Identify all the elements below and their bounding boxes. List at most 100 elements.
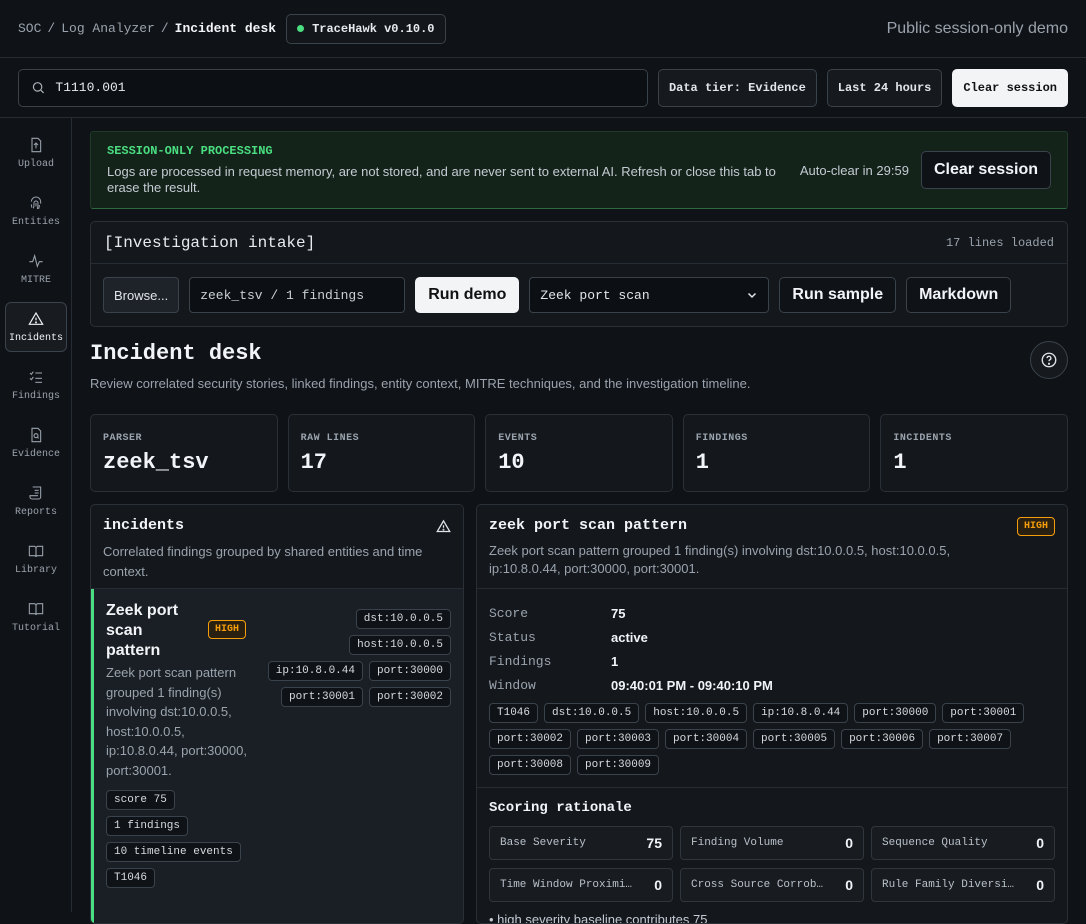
- sidebar-item-findings[interactable]: Findings: [5, 360, 67, 410]
- stat-value: 17: [300, 450, 327, 475]
- sidebar-item-evidence[interactable]: Evidence: [5, 418, 67, 468]
- banner-clear-session-button[interactable]: Clear session: [920, 151, 1051, 189]
- findings-count-tag: 1 findings: [106, 816, 189, 836]
- help-icon: [1041, 352, 1057, 368]
- detail-tag: port:30004: [665, 729, 748, 749]
- sidebar-item-label: Upload: [17, 158, 54, 170]
- detail-tag: ip:10.8.0.44: [753, 703, 849, 723]
- detail-tag: port:30009: [577, 755, 660, 775]
- entity-tag: port:30001: [280, 687, 363, 707]
- detail-tag: port:30006: [841, 729, 924, 749]
- run-sample-button[interactable]: Run sample: [779, 277, 897, 313]
- session-banner: SESSION-ONLY PROCESSING Logs are process…: [90, 131, 1068, 209]
- sidebar-item-tutorial[interactable]: Tutorial: [5, 592, 67, 642]
- field-label: Findings: [489, 653, 552, 669]
- detail-tag: port:30003: [577, 729, 660, 749]
- severity-badge: HIGH: [208, 620, 247, 639]
- detail-tag: port:30007: [929, 729, 1012, 749]
- warning-icon: [28, 311, 44, 325]
- time-range-button[interactable]: Last 24 hours: [826, 68, 943, 107]
- detail-tag: port:30001: [942, 703, 1025, 723]
- score-factor-value: 0: [1036, 877, 1044, 893]
- incident-description: Zeek port scan pattern grouped 1 finding…: [106, 665, 247, 778]
- stat-card-raw-lines: RAW LINES 17: [287, 414, 476, 492]
- stat-label: RAW LINES: [300, 433, 360, 444]
- detail-fields: Score 75 Status active Findings 1 Window…: [477, 589, 1067, 788]
- score-factor-label: Time Window Proximity: [500, 879, 638, 891]
- markdown-button[interactable]: Markdown: [906, 277, 1012, 313]
- search-icon: [32, 82, 45, 94]
- stat-card-events: EVENTS 10: [485, 414, 673, 492]
- field-value: 1: [611, 653, 619, 669]
- field-value: 09:40:01 PM - 09:40:10 PM: [611, 677, 773, 693]
- browse-button[interactable]: Browse...: [103, 277, 180, 313]
- sidebar-item-label: Library: [14, 564, 57, 576]
- detail-subtitle: Zeek port scan pattern grouped 1 finding…: [489, 543, 951, 576]
- sidebar-item-label: Entities: [11, 216, 60, 228]
- sidebar-item-upload[interactable]: Upload: [5, 128, 67, 178]
- field-status: Status active: [489, 625, 1055, 649]
- stat-card-findings: FINDINGS 1: [682, 414, 871, 492]
- entity-tag: ip:10.8.0.44: [267, 661, 363, 681]
- score-factor: Cross Source Corroboration 0: [680, 868, 864, 902]
- detail-tags: T1046 dst:10.0.0.5 host:10.0.0.5 ip:10.8…: [489, 703, 1055, 775]
- stat-label: INCIDENTS: [893, 433, 952, 444]
- entity-tag: dst:10.0.0.5: [355, 609, 451, 629]
- search-toolbar: Data tier: Evidence Last 24 hours Clear …: [0, 58, 1086, 118]
- severity-badge: HIGH: [1016, 517, 1055, 536]
- rationale-text: high severity baseline contributes 75: [497, 912, 708, 924]
- intake-title: [Investigation intake]: [104, 233, 316, 252]
- checklist-icon: [29, 370, 42, 383]
- score-factor-value: 75: [646, 835, 662, 851]
- breadcrumb: SOC / Log Analyzer / Incident desk: [18, 21, 276, 36]
- stat-card-incidents: INCIDENTS 1: [880, 414, 1068, 492]
- upload-icon: [31, 137, 42, 152]
- data-tier-button[interactable]: Data tier: Evidence: [657, 68, 817, 107]
- breadcrumb-soc[interactable]: SOC: [18, 21, 41, 36]
- main-content: SESSION-ONLY PROCESSING Logs are process…: [90, 131, 1068, 924]
- score-factor-value: 0: [654, 877, 662, 893]
- field-window: Window 09:40:01 PM - 09:40:10 PM: [489, 673, 1055, 697]
- incident-card[interactable]: Zeek port scan pattern HIGH Zeek port sc…: [91, 589, 463, 923]
- score-factor-value: 0: [845, 877, 853, 893]
- sidebar-item-mitre[interactable]: MITRE: [5, 244, 67, 294]
- breadcrumb-log-analyzer[interactable]: Log Analyzer: [61, 21, 155, 36]
- entity-tag: port:30000: [368, 661, 451, 681]
- sample-select[interactable]: Zeek port scan: [529, 277, 770, 313]
- search-input[interactable]: [55, 80, 635, 95]
- scroll-icon: [29, 485, 42, 500]
- sidebar-item-reports[interactable]: Reports: [5, 476, 67, 526]
- sidebar-item-label: Findings: [11, 390, 60, 402]
- rationale-item: • high severity baseline contributes 75: [489, 912, 1055, 924]
- run-demo-button[interactable]: Run demo: [415, 277, 520, 313]
- score-factor-label: Finding Volume: [691, 837, 784, 849]
- score-factor-value: 0: [845, 835, 853, 851]
- activity-icon: [29, 253, 43, 268]
- file-field[interactable]: zeek_tsv / 1 findings: [189, 277, 406, 313]
- score-factor-label: Sequence Quality: [882, 837, 988, 849]
- detail-tag: T1046: [489, 703, 539, 723]
- entity-tag: port:30002: [368, 687, 451, 707]
- book-open-icon: [28, 602, 44, 615]
- help-button[interactable]: [1030, 341, 1068, 379]
- entity-tag: host:10.0.0.5: [349, 635, 451, 655]
- stat-value: zeek_tsv: [103, 450, 209, 475]
- breadcrumb-current: Incident desk: [174, 21, 277, 36]
- stat-card-parser: PARSER zeek_tsv: [90, 414, 278, 492]
- clear-session-button[interactable]: Clear session: [952, 68, 1068, 107]
- sidebar-item-library[interactable]: Library: [5, 534, 67, 584]
- search-box[interactable]: [18, 68, 648, 107]
- incidents-panel-subtitle: Correlated findings grouped by shared en…: [103, 544, 423, 579]
- banner-body: Logs are processed in request memory, ar…: [107, 164, 776, 195]
- detail-tag: host:10.0.0.5: [645, 703, 748, 723]
- sidebar-item-entities[interactable]: Entities: [5, 186, 67, 236]
- field-findings: Findings 1: [489, 649, 1055, 673]
- sidebar-item-label: Evidence: [11, 448, 60, 460]
- sidebar-item-incidents[interactable]: Incidents: [5, 302, 67, 352]
- technique-tag: T1046: [106, 868, 156, 888]
- score-factor-label: Rule Family Diversity: [882, 879, 1020, 891]
- timeline-events-tag: 10 timeline events: [106, 842, 241, 862]
- score-factor-value: 0: [1036, 835, 1044, 851]
- field-label: Window: [489, 677, 536, 693]
- banner-title: SESSION-ONLY PROCESSING: [107, 144, 273, 158]
